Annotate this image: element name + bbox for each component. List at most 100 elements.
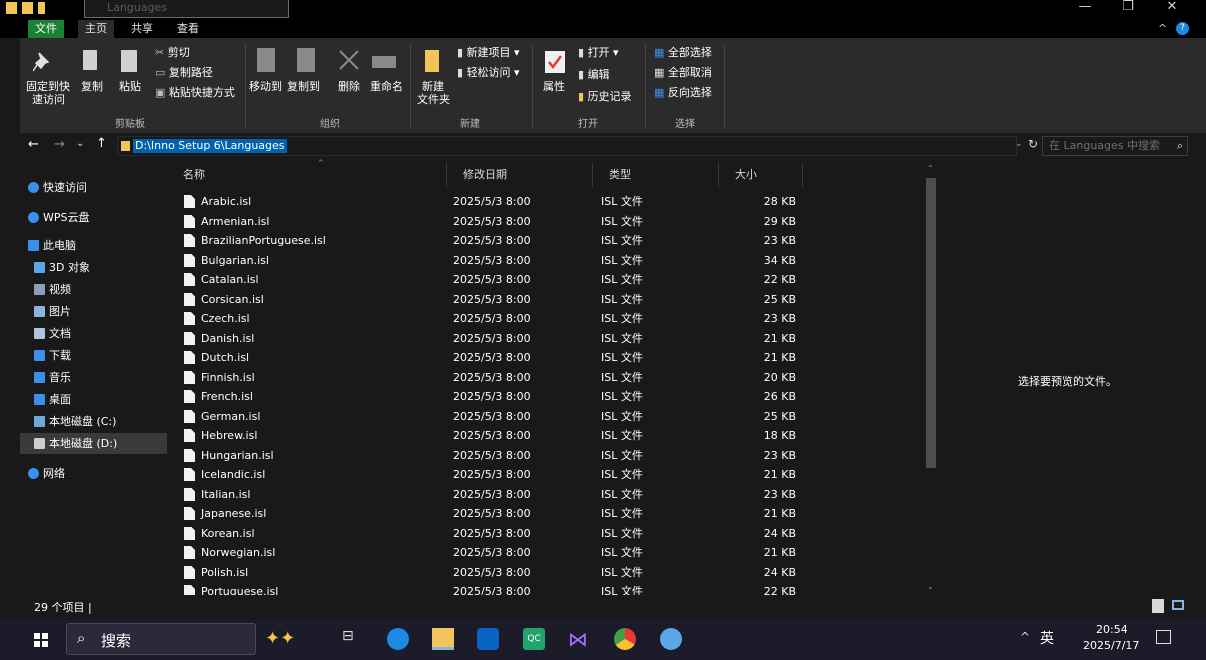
table-row[interactable]: Armenian.isl 2025/5/3 8:00 ISL 文件 29 KB <box>167 212 932 232</box>
nav-item-download[interactable]: 下载 <box>20 345 167 366</box>
select-none-button[interactable]: ▦ 全部取消 <box>654 66 712 80</box>
minimize-button[interactable]: — <box>1063 0 1107 18</box>
tab-file[interactable]: 文件 <box>28 20 64 38</box>
nav-item-star[interactable]: 快速访问 <box>20 177 167 198</box>
scroll-up-icon[interactable]: ⌃ <box>927 164 934 173</box>
nav-item-cube[interactable]: 3D 对象 <box>20 257 167 278</box>
tab-home[interactable]: 主页 <box>78 20 114 38</box>
notification-center-icon[interactable] <box>1156 630 1171 644</box>
table-row[interactable]: German.isl 2025/5/3 8:00 ISL 文件 25 KB <box>167 407 932 427</box>
nav-item-cloud[interactable]: WPS云盘 <box>20 207 167 228</box>
table-row[interactable]: Danish.isl 2025/5/3 8:00 ISL 文件 21 KB <box>167 329 932 349</box>
outlook-icon[interactable] <box>477 628 499 650</box>
open-button[interactable]: ▮ 打开 ▾ <box>578 46 619 60</box>
scroll-down-icon[interactable]: ⌄ <box>927 582 934 591</box>
large-icons-view-button[interactable] <box>1172 600 1184 610</box>
table-row[interactable]: Hungarian.isl 2025/5/3 8:00 ISL 文件 23 KB <box>167 446 932 466</box>
input-language-indicator[interactable]: 英 <box>1040 628 1054 648</box>
table-row[interactable]: Corsican.isl 2025/5/3 8:00 ISL 文件 25 KB <box>167 290 932 310</box>
close-button[interactable]: ✕ <box>1150 0 1194 18</box>
recent-locations-button[interactable]: ⌄ <box>76 138 84 149</box>
clock-date[interactable]: 2025/7/17 <box>1083 639 1139 652</box>
vertical-scrollbar[interactable]: ⌃ ⌄ <box>923 162 939 595</box>
address-dropdown-button[interactable]: ⌄ <box>1015 139 1023 149</box>
select-none-icon: ▦ <box>654 66 668 79</box>
file-type: ISL 文件 <box>601 507 643 520</box>
table-row[interactable]: Korean.isl 2025/5/3 8:00 ISL 文件 24 KB <box>167 524 932 544</box>
nav-item-network[interactable]: 网络 <box>20 463 167 484</box>
chevron-up-icon: ^ <box>1158 22 1168 35</box>
table-row[interactable]: Icelandic.isl 2025/5/3 8:00 ISL 文件 21 KB <box>167 465 932 485</box>
invert-selection-button[interactable]: ▦ 反向选择 <box>654 86 712 100</box>
table-row[interactable]: Bulgarian.isl 2025/5/3 8:00 ISL 文件 34 KB <box>167 251 932 271</box>
system-tray-chevron-icon[interactable]: ^ <box>1020 630 1030 644</box>
column-header-type[interactable]: 类型 <box>593 163 719 187</box>
edge-browser-icon[interactable] <box>387 628 409 650</box>
maximize-button[interactable]: ❐ <box>1106 0 1150 18</box>
up-button[interactable]: ↑ <box>96 136 107 151</box>
windows-start-icon[interactable] <box>34 633 48 647</box>
qc-app-icon[interactable]: QC <box>523 628 545 650</box>
nav-item-computer[interactable]: 此电脑 <box>20 235 167 256</box>
visual-studio-icon[interactable]: ⋈ <box>568 628 590 650</box>
easy-access-button[interactable]: ▮ 轻松访问 ▾ <box>457 66 520 80</box>
forward-button[interactable]: → <box>54 137 65 152</box>
help-button[interactable]: ? <box>1176 22 1189 35</box>
table-row[interactable]: Catalan.isl 2025/5/3 8:00 ISL 文件 22 KB <box>167 270 932 290</box>
nav-item-music[interactable]: 音乐 <box>20 367 167 388</box>
cut-button[interactable]: ✂ 剪切 <box>155 46 190 60</box>
copy-path-button[interactable]: ▭ 复制路径 <box>155 66 213 80</box>
back-button[interactable]: ← <box>28 137 39 152</box>
table-row[interactable]: Dutch.isl 2025/5/3 8:00 ISL 文件 21 KB <box>167 348 932 368</box>
table-row[interactable]: BrazilianPortuguese.isl 2025/5/3 8:00 ISL … <box>167 231 932 251</box>
new-item-button[interactable]: ▮ 新建项目 ▾ <box>457 46 520 60</box>
search-input[interactable]: 在 Languages 中搜索 ⌕ <box>1042 136 1188 156</box>
table-row[interactable]: Portuguese.isl 2025/5/3 8:00 ISL 文件 22 KB <box>167 582 932 595</box>
select-all-button[interactable]: ▦ 全部选择 <box>654 46 712 60</box>
address-path[interactable]: D:\Inno Setup 6\Languages <box>133 139 287 153</box>
tab-share[interactable]: 共享 <box>124 20 160 38</box>
ribbon-divider <box>245 44 246 128</box>
browser-app-icon[interactable] <box>660 628 682 650</box>
table-row[interactable]: Japanese.isl 2025/5/3 8:00 ISL 文件 21 KB <box>167 504 932 524</box>
taskbar-search-box[interactable]: ⌕ 搜索 ✦✦ <box>66 623 295 655</box>
edit-button[interactable]: ▮ 编辑 <box>578 68 610 82</box>
table-row[interactable]: Hebrew.isl 2025/5/3 8:00 ISL 文件 18 KB <box>167 426 932 446</box>
nav-item-desktop[interactable]: 桌面 <box>20 389 167 410</box>
nav-item-document[interactable]: 文档 <box>20 323 167 344</box>
column-header-name[interactable]: 名称 <box>167 163 447 187</box>
table-row[interactable]: Italian.isl 2025/5/3 8:00 ISL 文件 23 KB <box>167 485 932 505</box>
refresh-button[interactable]: ↻ <box>1028 137 1038 151</box>
nav-item-picture[interactable]: 图片 <box>20 301 167 322</box>
chrome-browser-icon[interactable] <box>614 628 636 650</box>
table-row[interactable]: Arabic.isl 2025/5/3 8:00 ISL 文件 28 KB <box>167 192 932 212</box>
history-button[interactable]: ▮ 历史记录 <box>578 90 632 104</box>
column-header-size[interactable]: 大小 <box>719 163 803 187</box>
file-date: 2025/5/3 8:00 <box>453 292 531 306</box>
paste-shortcut-button[interactable]: ▣ 粘贴快捷方式 <box>155 86 235 100</box>
column-header-date[interactable]: 修改日期 <box>447 163 593 187</box>
table-row[interactable]: Finnish.isl 2025/5/3 8:00 ISL 文件 20 KB <box>167 368 932 388</box>
file-explorer-icon[interactable] <box>432 628 454 650</box>
details-view-button[interactable] <box>1152 599 1164 613</box>
paste-shortcut-icon: ▣ <box>155 86 169 99</box>
drive-c-icon <box>34 416 45 427</box>
file-name: Korean.isl <box>201 526 255 540</box>
clock-time[interactable]: 20:54 <box>1096 623 1128 636</box>
search-highlight-sparkle-icon[interactable]: ✦✦ <box>265 628 295 649</box>
new-folder-quick-icon[interactable] <box>38 2 45 14</box>
tab-view[interactable]: 查看 <box>170 20 206 38</box>
table-row[interactable]: French.isl 2025/5/3 8:00 ISL 文件 26 KB <box>167 387 932 407</box>
table-row[interactable]: Norwegian.isl 2025/5/3 8:00 ISL 文件 21 KB <box>167 543 932 563</box>
nav-item-drive-c[interactable]: 本地磁盘 (C:) <box>20 411 167 432</box>
nav-item-video[interactable]: 视频 <box>20 279 167 300</box>
task-view-icon[interactable]: ⊟ <box>342 628 364 650</box>
nav-item-drive-d[interactable]: 本地磁盘 (D:) <box>20 433 167 454</box>
table-row[interactable]: Czech.isl 2025/5/3 8:00 ISL 文件 23 KB <box>167 309 932 329</box>
collapse-ribbon-button[interactable]: ^ <box>1158 22 1167 35</box>
address-bar[interactable]: D:\Inno Setup 6\Languages <box>117 136 1017 156</box>
folder-icon[interactable] <box>6 2 17 14</box>
scrollbar-thumb[interactable] <box>926 178 936 468</box>
table-row[interactable]: Polish.isl 2025/5/3 8:00 ISL 文件 24 KB <box>167 563 932 583</box>
properties-quick-icon[interactable] <box>22 2 33 14</box>
